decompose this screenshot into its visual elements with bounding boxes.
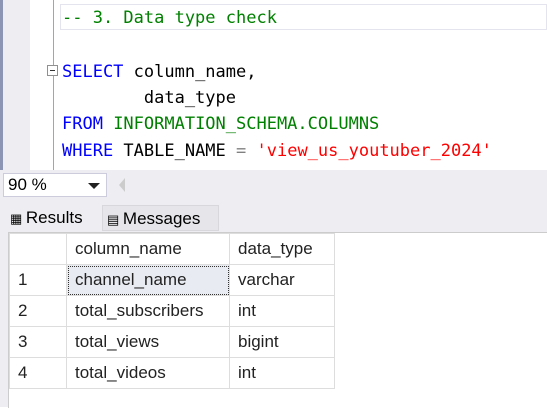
cell[interactable]: total_subscribers <box>66 295 230 327</box>
row-number[interactable]: 4 <box>9 357 67 389</box>
table-row[interactable]: 2 total_subscribers int <box>9 295 335 327</box>
cell[interactable]: total_videos <box>66 357 230 389</box>
header-row: column_name data_type <box>9 233 335 265</box>
tab-label: Messages <box>122 209 201 228</box>
editor-gutter <box>3 0 30 170</box>
chevron-down-icon <box>88 183 100 189</box>
table-row[interactable]: 3 total_views bigint <box>9 326 335 358</box>
outline-line <box>53 0 54 170</box>
messages-icon: ▤ <box>107 212 123 227</box>
row-number[interactable]: 1 <box>9 264 67 296</box>
keyword: SELECT <box>62 62 124 82</box>
code-object: INFORMATION_SCHEMA.COLUMNS <box>102 114 380 134</box>
column-header[interactable]: data_type <box>229 233 335 265</box>
code-comment: -- 3. Data type check <box>62 8 277 28</box>
column-header[interactable]: column_name <box>66 233 230 265</box>
tab-label: Results <box>25 208 83 227</box>
cell[interactable]: bigint <box>229 326 335 358</box>
code-text: column_name, <box>123 62 257 82</box>
operator: = <box>236 141 247 161</box>
keyword: FROM <box>62 114 103 134</box>
corner-cell[interactable] <box>9 233 67 265</box>
cell[interactable]: int <box>229 357 335 389</box>
tab-messages[interactable]: ▤ Messages <box>102 205 219 231</box>
collapse-icon[interactable] <box>47 65 58 76</box>
tab-results[interactable]: ▦ Results <box>6 205 102 231</box>
zoom-select[interactable]: 90 % <box>3 173 107 197</box>
code-line-where: WHERE TABLE_NAME = 'view_us_youtuber_202… <box>62 141 492 161</box>
keyword: WHERE <box>62 141 114 161</box>
code-text: TABLE_NAME <box>113 141 237 161</box>
cell[interactable]: channel_name <box>66 264 230 296</box>
results-grid[interactable]: column_name data_type 1 channel_name varch… <box>8 232 547 408</box>
cell[interactable]: varchar <box>229 264 335 296</box>
grid-icon: ▦ <box>10 211 26 226</box>
zoom-bar: 90 % <box>0 170 547 200</box>
code-line-datatype: data_type <box>62 88 236 108</box>
code-line-select: SELECT column_name, <box>62 62 256 82</box>
scroll-left-icon[interactable] <box>119 178 125 192</box>
query-editor[interactable]: -- 3. Data type check SELECT column_name… <box>0 0 547 170</box>
cell[interactable]: total_views <box>66 326 230 358</box>
code-string: 'view_us_youtuber_2024' <box>246 141 492 161</box>
table-row[interactable]: 1 channel_name varchar <box>9 264 335 296</box>
row-number[interactable]: 2 <box>9 295 67 327</box>
cell[interactable]: int <box>229 295 335 327</box>
code-line-from: FROM INFORMATION_SCHEMA.COLUMNS <box>62 114 379 134</box>
zoom-value: 90 % <box>8 175 47 194</box>
table-row[interactable]: 4 total_videos int <box>9 357 335 389</box>
row-number[interactable]: 3 <box>9 326 67 358</box>
